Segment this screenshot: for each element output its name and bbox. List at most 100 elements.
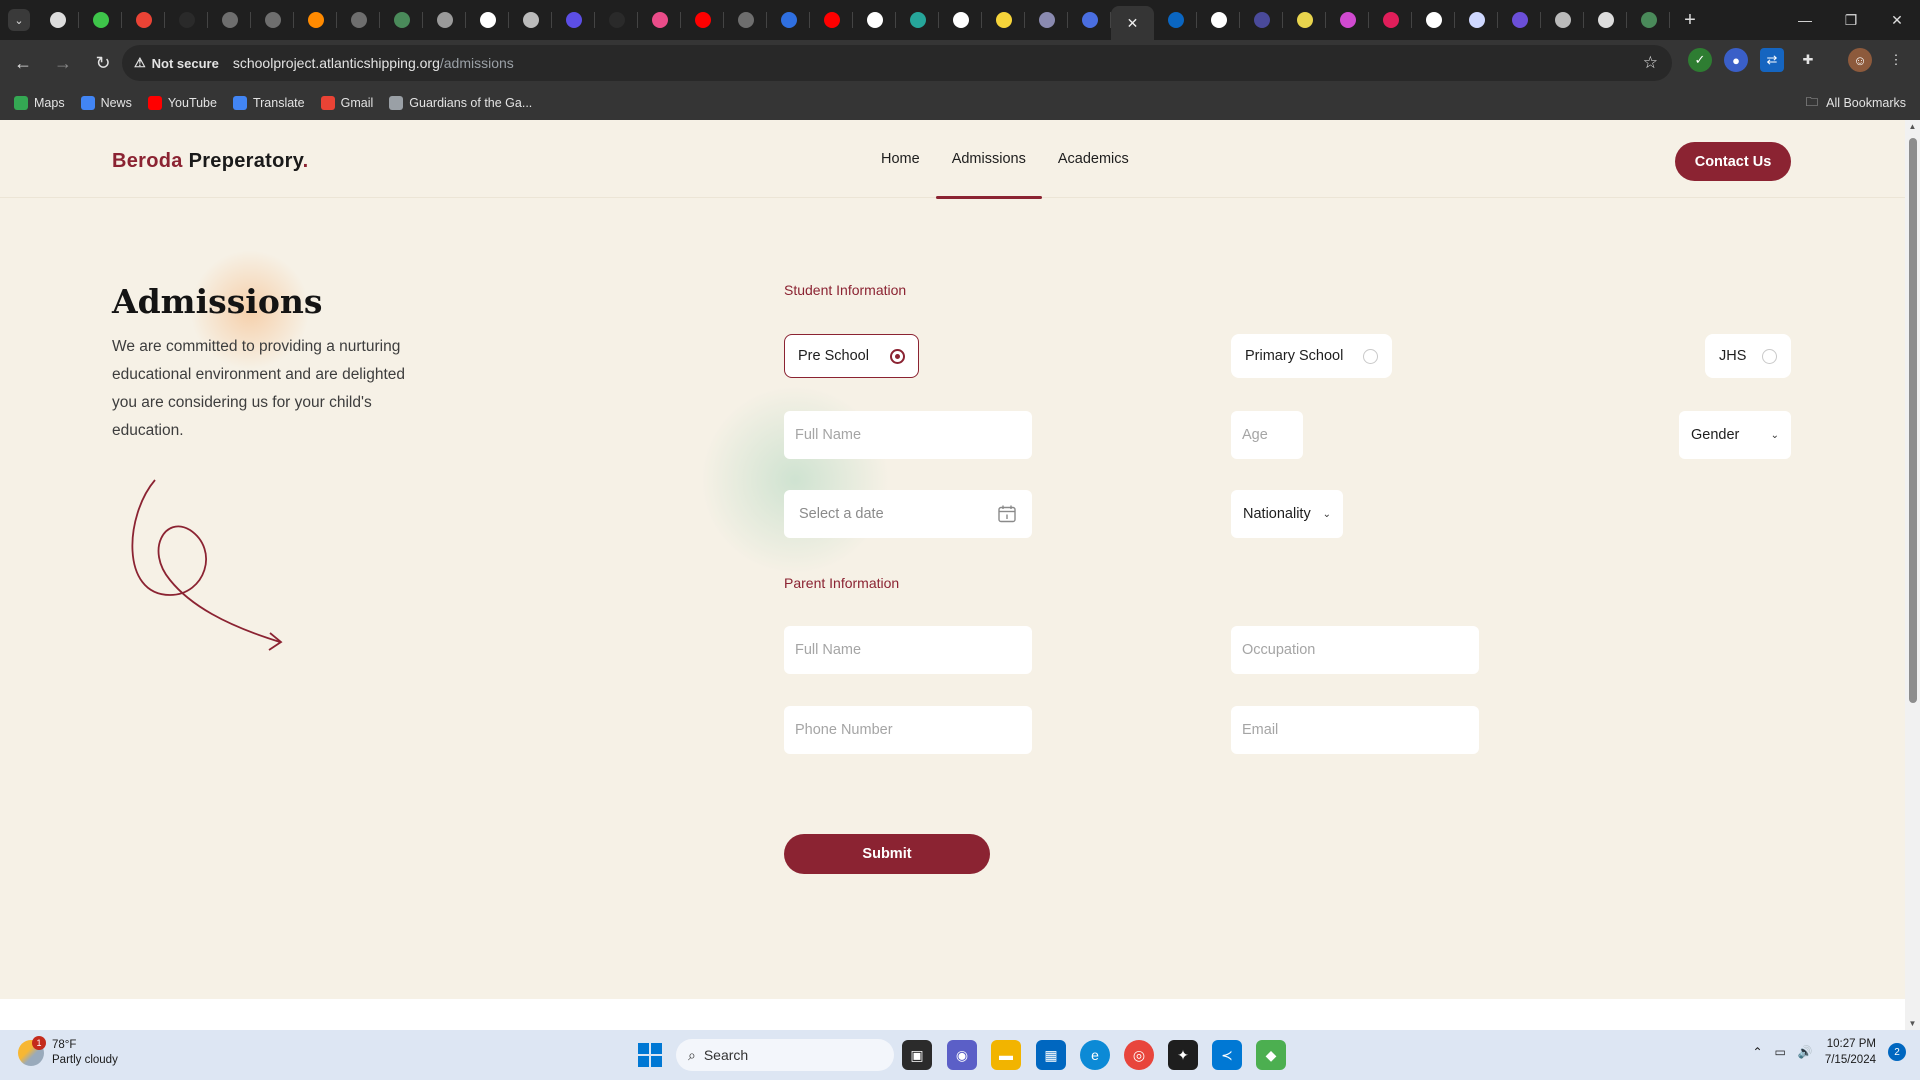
- bookmark-item[interactable]: Guardians of the Ga...: [381, 96, 540, 110]
- browser-tab[interactable]: [982, 0, 1025, 40]
- tab-search-button[interactable]: ⌄: [8, 9, 30, 31]
- browser-tab[interactable]: [1455, 0, 1498, 40]
- browser-tab[interactable]: [1283, 0, 1326, 40]
- bookmark-star-icon[interactable]: ☆: [1643, 53, 1658, 73]
- browser-tab[interactable]: [1154, 0, 1197, 40]
- browser-tab[interactable]: [294, 0, 337, 40]
- browser-tab[interactable]: [1197, 0, 1240, 40]
- submit-button[interactable]: Submit: [784, 834, 990, 874]
- gender-select[interactable]: Gender ⌄: [1679, 411, 1791, 459]
- browser-tab[interactable]: [251, 0, 294, 40]
- new-tab-button[interactable]: +: [1670, 9, 1710, 32]
- forward-icon[interactable]: →: [46, 46, 80, 80]
- nationality-select[interactable]: Nationality ⌄: [1231, 490, 1343, 538]
- school-level-option[interactable]: Pre School: [784, 334, 919, 378]
- chrome-icon[interactable]: ◎: [1124, 1040, 1154, 1070]
- scrollbar-thumb[interactable]: [1909, 138, 1917, 703]
- browser-tab[interactable]: [337, 0, 380, 40]
- minimize-icon[interactable]: —: [1782, 0, 1828, 40]
- bookmark-item[interactable]: Gmail: [313, 96, 382, 110]
- site-logo[interactable]: Beroda Preperatory.: [112, 150, 309, 173]
- weather-widget[interactable]: 1 78°F Partly cloudy: [18, 1036, 118, 1068]
- edge-icon[interactable]: e: [1080, 1040, 1110, 1070]
- school-level-option[interactable]: JHS: [1705, 334, 1791, 378]
- reload-icon[interactable]: ↻: [86, 46, 120, 80]
- url-text[interactable]: schoolproject.atlanticshipping.org/admis…: [233, 55, 514, 71]
- back-icon[interactable]: ←: [6, 46, 40, 80]
- browser-tab[interactable]: [810, 0, 853, 40]
- file-explorer-icon[interactable]: ▬: [991, 1040, 1021, 1070]
- browser-tab[interactable]: [122, 0, 165, 40]
- browser-tab[interactable]: [767, 0, 810, 40]
- nav-link-admissions[interactable]: Admissions: [935, 120, 1042, 199]
- taskbar-search[interactable]: ⌕ Search: [676, 1039, 894, 1071]
- browser-tab[interactable]: [208, 0, 251, 40]
- date-picker[interactable]: Select a date: [784, 490, 1032, 538]
- school-level-option[interactable]: Primary School: [1231, 334, 1392, 378]
- browser-tab[interactable]: [165, 0, 208, 40]
- clock[interactable]: 10:27 PM 7/15/2024: [1825, 1036, 1876, 1068]
- browser-tab[interactable]: [79, 0, 122, 40]
- browser-tab[interactable]: [1240, 0, 1283, 40]
- browser-tab[interactable]: [36, 0, 79, 40]
- teams-icon[interactable]: ◉: [947, 1040, 977, 1070]
- phone-number-input[interactable]: [784, 706, 1032, 754]
- browser-tab[interactable]: [853, 0, 896, 40]
- scroll-down-icon[interactable]: ▼: [1908, 1019, 1917, 1028]
- shield-extension-icon[interactable]: ✓: [1688, 48, 1712, 72]
- radio-icon[interactable]: [1762, 348, 1777, 364]
- browser-tab[interactable]: [1326, 0, 1369, 40]
- chevron-up-icon[interactable]: ⌃: [1752, 1045, 1762, 1059]
- radio-icon[interactable]: [1363, 348, 1378, 364]
- browser-tab[interactable]: [466, 0, 509, 40]
- browser-tab[interactable]: [896, 0, 939, 40]
- network-icon[interactable]: ▭: [1775, 1045, 1786, 1059]
- parent-full-name-input[interactable]: [784, 626, 1032, 674]
- browser-tab[interactable]: [638, 0, 681, 40]
- windows-start-icon[interactable]: [638, 1043, 662, 1067]
- calendar-icon[interactable]: [997, 504, 1017, 524]
- address-bar[interactable]: ⚠ Not secure schoolproject.atlanticshipp…: [122, 45, 1672, 81]
- vscode-icon[interactable]: ≺: [1212, 1040, 1242, 1070]
- restore-icon[interactable]: ❐: [1828, 0, 1874, 40]
- browser-tab[interactable]: [1068, 0, 1111, 40]
- bookmark-item[interactable]: YouTube: [140, 96, 225, 110]
- browser-tab[interactable]: [724, 0, 767, 40]
- browser-tab[interactable]: [380, 0, 423, 40]
- browser-tab[interactable]: [1584, 0, 1627, 40]
- extension-icon[interactable]: ●: [1724, 48, 1748, 72]
- notification-badge[interactable]: 2: [1888, 1043, 1906, 1061]
- extension-icon[interactable]: ⇄: [1760, 48, 1784, 72]
- scroll-up-icon[interactable]: ▲: [1908, 122, 1917, 131]
- store-icon[interactable]: ▦: [1036, 1040, 1066, 1070]
- radio-selected-icon[interactable]: [890, 348, 905, 364]
- age-input[interactable]: [1231, 411, 1303, 459]
- email-input[interactable]: [1231, 706, 1479, 754]
- browser-tab[interactable]: [1025, 0, 1068, 40]
- close-icon[interactable]: ✕: [1127, 15, 1139, 32]
- nav-link-home[interactable]: Home: [865, 120, 936, 198]
- browser-tab[interactable]: [1412, 0, 1455, 40]
- browser-tab[interactable]: [681, 0, 724, 40]
- bookmark-item[interactable]: Translate: [225, 96, 313, 110]
- volume-icon[interactable]: 🔊: [1798, 1045, 1813, 1059]
- bookmark-item[interactable]: Maps: [6, 96, 73, 110]
- browser-tab[interactable]: [939, 0, 982, 40]
- browser-tab[interactable]: [1498, 0, 1541, 40]
- menu-icon[interactable]: ⋮: [1884, 48, 1908, 72]
- browser-tab[interactable]: [552, 0, 595, 40]
- student-full-name-input[interactable]: [784, 411, 1032, 459]
- browser-tab[interactable]: [595, 0, 638, 40]
- close-window-icon[interactable]: ✕: [1874, 0, 1920, 40]
- occupation-input[interactable]: [1231, 626, 1479, 674]
- browser-tab[interactable]: [1541, 0, 1584, 40]
- nav-link-academics[interactable]: Academics: [1042, 120, 1145, 198]
- browser-tab[interactable]: [423, 0, 466, 40]
- browser-tab[interactable]: [509, 0, 552, 40]
- profile-avatar[interactable]: ☺: [1848, 48, 1872, 72]
- contact-us-button[interactable]: Contact Us: [1675, 142, 1791, 181]
- figma-icon[interactable]: ✦: [1168, 1040, 1198, 1070]
- page-scrollbar[interactable]: ▲ ▼: [1905, 120, 1920, 1030]
- browser-tab[interactable]: ✕: [1111, 6, 1154, 40]
- all-bookmarks-button[interactable]: 🗀 All Bookmarks: [1806, 93, 1906, 114]
